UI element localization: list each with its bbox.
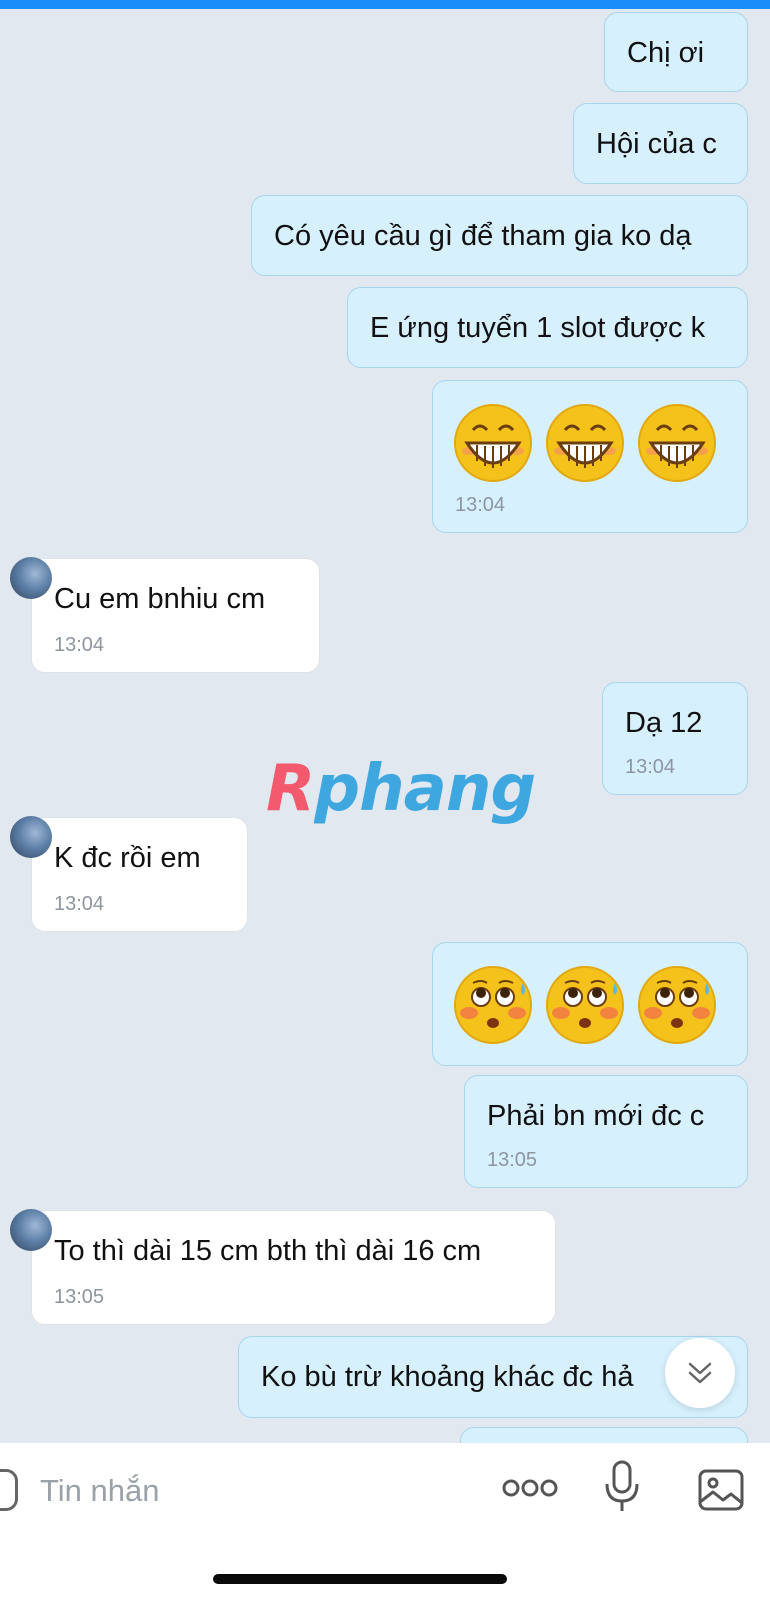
avatar[interactable] [10,816,52,858]
message-text: To thì dài 15 cm bth thì dài 16 cm [54,1235,482,1267]
message-text: K đc rồi em [54,842,201,874]
message-outgoing-emoji[interactable] [432,942,748,1066]
more-icon[interactable] [502,1473,558,1503]
message-text: Dạ 12 [625,707,703,739]
message-text: Cu em bnhiu cm [54,583,266,615]
double-chevron-down-icon [688,1362,712,1384]
flushed-sweat-face-emoji [454,966,532,1044]
message-outgoing-emoji[interactable]: 13:04 [432,380,748,533]
message-outgoing[interactable]: E ứng tuyển 1 slot được k [347,287,748,368]
top-accent-strip [0,0,770,9]
message-text: Ko bù trừ khoảng khác đc hả [261,1361,634,1393]
message-text: Có yêu cầu gì để tham gia ko dạ [274,220,692,252]
home-indicator [213,1574,507,1584]
message-timestamp: 13:05 [54,1286,105,1308]
image-icon[interactable] [697,1468,745,1512]
message-text: Chị ơi [627,37,705,69]
message-incoming[interactable]: To thì dài 15 cm bth thì dài 16 cm 13:05 [10,1209,556,1325]
flushed-sweat-face-emoji [638,966,716,1044]
sticker-icon[interactable] [0,1469,18,1511]
message-outgoing[interactable]: Dạ 12 13:04 [602,682,748,795]
message-text: Phải bn mới đc c [487,1100,705,1132]
emoji-row [453,403,717,483]
message-text: Hội của c [596,128,717,160]
flushed-sweat-face-emoji [546,966,624,1044]
message-timestamp: 13:04 [455,494,506,516]
message-incoming[interactable]: Cu em bnhiu cm 13:04 [10,557,320,673]
grinning-face-emoji [638,404,716,482]
message-outgoing[interactable]: Chị ơi [604,12,748,92]
message-timestamp: 13:04 [625,756,676,778]
emoji-row [453,965,717,1045]
message-outgoing[interactable]: Có yêu cầu gì để tham gia ko dạ [251,195,748,276]
message-timestamp: 13:04 [54,893,105,915]
message-input[interactable]: Tin nhắn [40,1473,160,1509]
message-outgoing[interactable]: Hội của c [573,103,748,184]
avatar[interactable] [10,1209,52,1251]
message-incoming[interactable]: K đc rồi em 13:04 [10,816,248,932]
avatar[interactable] [10,557,52,599]
watermark-logo: Rphang [266,752,536,826]
message-text: E ứng tuyển 1 slot được k [370,312,706,344]
message-timestamp: 13:04 [54,634,105,656]
message-outgoing[interactable]: Phải bn mới đc c 13:05 [464,1075,748,1188]
grinning-face-emoji [454,404,532,482]
message-timestamp: 13:05 [487,1149,538,1171]
scroll-to-bottom-button[interactable] [665,1338,735,1408]
grinning-face-emoji [546,404,624,482]
microphone-icon[interactable] [604,1459,640,1515]
